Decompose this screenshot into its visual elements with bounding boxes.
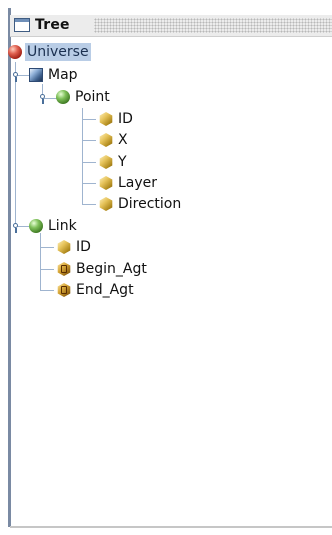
tree-node-label: Layer (118, 175, 158, 191)
tree-node-point-y[interactable]: Y (99, 153, 129, 171)
tree-connector (82, 162, 96, 163)
tree-node-point-layer[interactable]: Layer (99, 174, 159, 192)
gold-hex-icon (99, 112, 113, 126)
tree-node-point-x[interactable]: X (99, 131, 130, 149)
tree-node-link-end-agt[interactable]: End_Agt (57, 281, 136, 299)
tree-node-point-direction[interactable]: Direction (99, 195, 183, 213)
collapse-handle-icon[interactable] (12, 223, 19, 233)
tree-node-label: Map (48, 67, 78, 83)
tree-node-link-begin-agt[interactable]: Begin_Agt (57, 260, 149, 278)
tree-node-label: ID (76, 239, 91, 255)
title-bar-grip (94, 18, 332, 33)
tree-connector (82, 140, 96, 141)
tree-connector (82, 183, 96, 184)
collapse-handle-icon[interactable] (39, 94, 46, 104)
gold-hex-icon (99, 176, 113, 190)
gold-hex-icon (99, 155, 113, 169)
collapse-handle-icon[interactable] (12, 72, 19, 82)
tree-connector (40, 247, 54, 248)
gold-hex-icon (57, 240, 71, 254)
tree-panel[interactable]: Universe Map Point ID X Y Layer Directio… (8, 37, 332, 527)
tree-node-universe[interactable]: Universe (8, 43, 91, 61)
tree-window: Tree Universe Map Point ID X Y Layer Dir… (0, 0, 332, 535)
gold-key-icon (57, 262, 71, 276)
tree-node-label: End_Agt (76, 282, 134, 298)
tree-connector (82, 119, 96, 120)
tree-node-label: Link (48, 218, 77, 234)
tree-node-label: ID (118, 111, 133, 127)
tree-node-label: Point (75, 89, 110, 105)
tree-connector (82, 204, 96, 205)
tree-node-point[interactable]: Point (56, 88, 112, 106)
tree-node-label: Direction (118, 196, 182, 212)
title-bar[interactable]: Tree (10, 15, 332, 37)
tree-node-link[interactable]: Link (29, 217, 79, 235)
window-bottom-border (10, 526, 332, 528)
gold-hex-icon (99, 133, 113, 147)
green-sphere-icon (56, 90, 70, 104)
tree-node-label: Universe (25, 43, 91, 61)
tree-connector (15, 62, 16, 230)
tree-node-point-id[interactable]: ID (99, 110, 135, 128)
tree-connector (40, 269, 54, 270)
window-title: Tree (35, 17, 70, 33)
tree-connector (40, 233, 41, 291)
tree-connector (82, 108, 83, 205)
gold-hex-icon (99, 197, 113, 211)
gold-key-icon (57, 283, 71, 297)
tree-node-map[interactable]: Map (29, 66, 80, 84)
window-icon (14, 18, 30, 32)
tree-node-label: Begin_Agt (76, 261, 147, 277)
green-sphere-icon (29, 219, 43, 233)
tree-node-link-id[interactable]: ID (57, 238, 93, 256)
blue-cube-icon (29, 68, 43, 82)
tree-node-label: X (118, 132, 128, 148)
red-sphere-icon (8, 45, 22, 59)
tree-connector (40, 290, 54, 291)
tree-node-label: Y (118, 154, 127, 170)
